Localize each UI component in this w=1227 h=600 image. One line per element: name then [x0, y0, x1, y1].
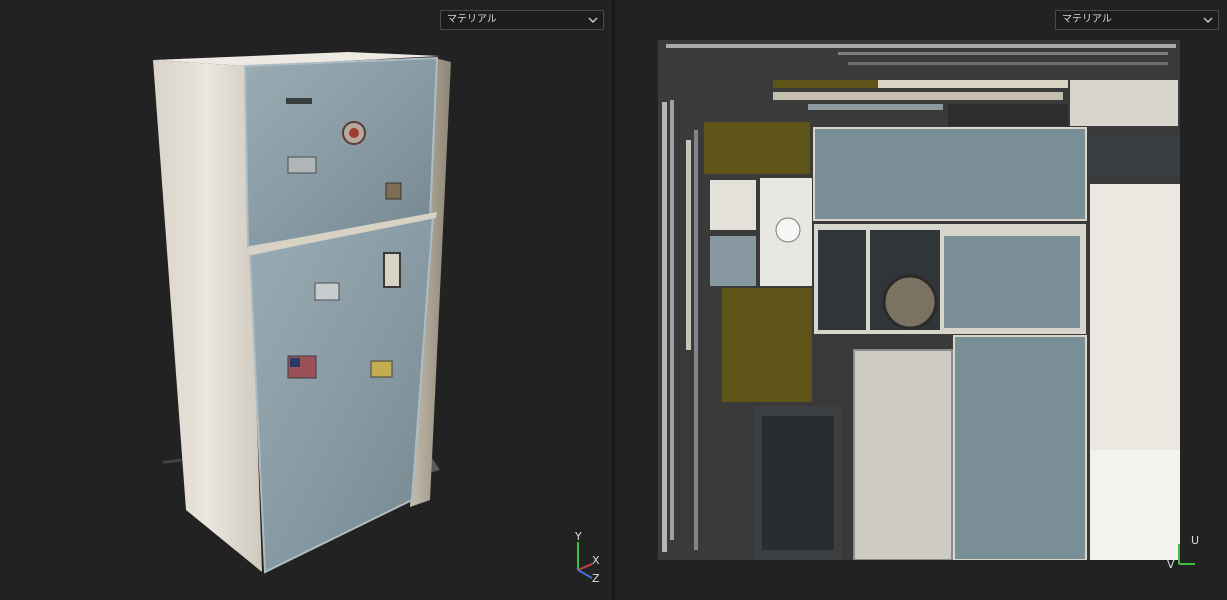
texture-atlas — [658, 40, 1180, 560]
axis-y-label: Y — [574, 530, 582, 543]
axis-gizmo-3d: Y X Z — [574, 530, 600, 585]
axis-u-label: U — [1191, 534, 1199, 547]
refrigerator-model[interactable] — [0, 0, 612, 600]
chevron-down-icon — [1203, 17, 1213, 23]
axis-z-label: Z — [592, 572, 600, 585]
uv-viewport[interactable]: マテリアル U V — [615, 0, 1227, 600]
axis-v-label: V — [1167, 558, 1175, 571]
3d-viewport[interactable]: マテリアル Y X Z — [0, 0, 612, 600]
axis-gizmo-uv: U V — [1167, 534, 1199, 571]
material-dropdown-value: マテリアル — [1062, 14, 1112, 25]
axis-x-label: X — [592, 554, 600, 567]
material-dropdown[interactable]: マテリアル — [1055, 10, 1219, 30]
